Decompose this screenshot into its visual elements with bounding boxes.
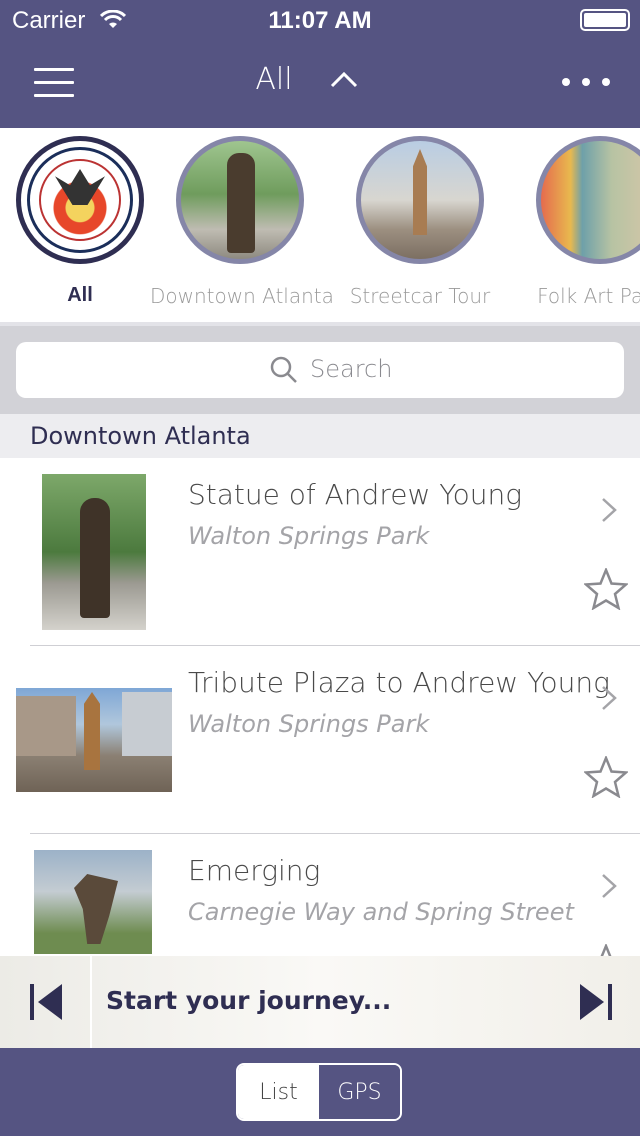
hamburger-menu-icon[interactable] [34,68,74,100]
list-item[interactable]: Statue of Andrew Young Walton Springs Pa… [0,458,640,646]
landmark-list: Statue of Andrew Young Walton Springs Pa… [0,458,640,956]
category-label: All [67,284,93,306]
category-downtown-atlanta[interactable]: Downtown Atlanta [150,136,334,308]
chevron-right-icon [602,686,617,710]
category-label: Streetcar Tour [349,284,491,308]
player-status: Start your journey... [106,986,392,1015]
category-folk-art-park[interactable]: Folk Art Park [510,136,640,308]
category-label: Downtown Atlanta [150,284,334,308]
list-view-button[interactable]: List [238,1065,319,1119]
list-item[interactable]: Emerging Carnegie Way and Spring Street [0,834,640,956]
star-icon[interactable] [584,756,628,798]
star-icon[interactable] [584,944,628,956]
view-toggle: List GPS [236,1063,402,1121]
list-item[interactable]: Tribute Plaza to Andrew Young Walton Spr… [0,646,640,834]
item-subtitle: Carnegie Way and Spring Street [188,898,574,926]
chevron-right-icon [602,498,617,522]
category-all[interactable]: All [0,136,170,307]
bottom-bar: List GPS [0,1048,640,1136]
item-title: Tribute Plaza to Andrew Young [188,666,610,699]
item-title: Statue of Andrew Young [188,478,523,511]
plaza-thumbnail [16,688,172,792]
status-bar: Carrier 11:07 AM [0,0,640,40]
plaza-photo [356,136,484,264]
folk-art-photo [536,136,640,264]
section-title: Downtown Atlanta [30,422,251,450]
more-options-icon[interactable] [562,70,610,94]
category-label: Folk Art Park [537,284,640,308]
search-area: Search [0,326,640,414]
search-placeholder: Search [310,355,393,383]
item-title: Emerging [188,854,321,887]
item-subtitle: Walton Springs Park [188,522,430,550]
gps-view-button[interactable]: GPS [319,1065,400,1119]
skip-previous-icon[interactable] [28,982,64,1022]
item-subtitle: Walton Springs Park [188,710,430,738]
category-streetcar-tour[interactable]: Streetcar Tour [330,136,510,308]
nav-bar: All [0,40,640,128]
category-strip: All Downtown Atlanta Streetcar Tour Folk… [0,128,640,324]
clock: 11:07 AM [268,7,372,34]
sculpture-thumbnail [34,850,152,954]
chevron-up-icon[interactable] [328,68,360,92]
search-icon [270,356,297,383]
statue-photo [176,136,304,264]
section-header: Downtown Atlanta [0,414,640,458]
star-icon[interactable] [584,568,628,610]
audio-player: Start your journey... [0,956,640,1048]
statue-thumbnail [42,474,146,630]
header: Carrier 11:07 AM All [0,0,640,128]
battery-icon [580,9,630,31]
search-input[interactable]: Search [16,342,624,398]
nav-title[interactable]: All [240,62,308,97]
city-seal-icon [16,136,144,264]
chevron-right-icon [602,874,617,898]
skip-next-icon[interactable] [578,982,614,1022]
